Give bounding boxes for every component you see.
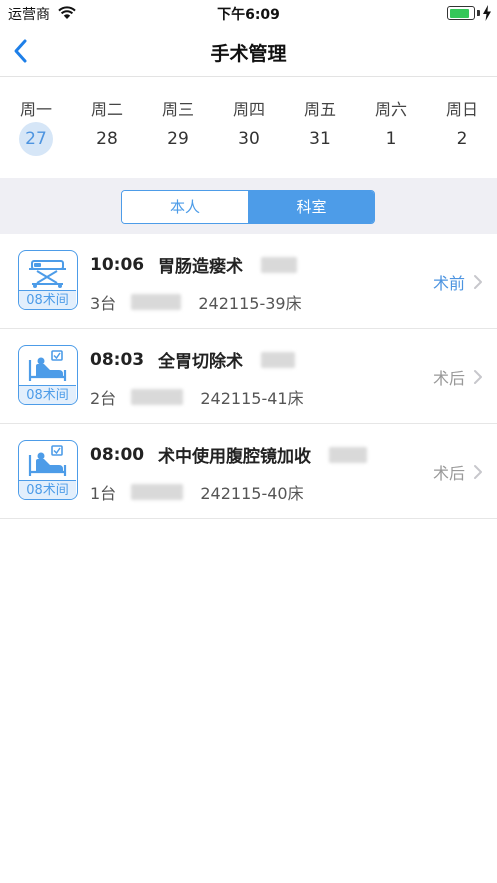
redacted-name (260, 351, 295, 368)
surgery-status: 术后 (432, 369, 465, 388)
day-cell-29[interactable]: 周三 29 (153, 94, 203, 164)
surgery-time: 10:06 (90, 254, 145, 275)
battery-icon (447, 6, 475, 20)
day-number: 29 (167, 129, 189, 149)
redacted-name (260, 256, 297, 273)
weekday-label: 周四 (232, 100, 265, 119)
day-cell-28[interactable]: 周二 28 (82, 94, 132, 164)
day-number: 30 (238, 129, 260, 149)
surgery-title: 08:00 术中使用腹腔镜加收 (90, 442, 367, 467)
weekday-label: 周日 (445, 100, 478, 119)
day-number: 31 (309, 129, 331, 149)
bed-number: 242115-39床 (198, 294, 302, 313)
redacted-patient-name (131, 389, 184, 405)
surgery-title: 08:03 全胃切除术 (90, 347, 295, 372)
surgery-time: 08:03 (90, 349, 145, 370)
bed-number: 242115-40床 (200, 484, 304, 503)
day-number: 27 (19, 122, 53, 156)
day-cell-1[interactable]: 周六 1 (366, 94, 416, 164)
patient-bed-icon (28, 445, 67, 476)
operating-room-label: 08术间 (19, 290, 76, 309)
status-time: 下午6:09 (217, 7, 280, 23)
procedure-name: 胃肠造瘘术 (158, 257, 244, 277)
week-calendar: 周一 27 周二 28 周三 29 周四 30 周五 31 周六 1 周日 2 (0, 78, 497, 178)
segment-department-button[interactable]: 科室 (248, 191, 374, 223)
surgery-details: 1台 242115-40床 (90, 480, 304, 503)
weekday-label: 周三 (161, 100, 194, 119)
redacted-patient-name (131, 294, 182, 310)
surgery-row[interactable]: 08术间 08:00 术中使用腹腔镜加收 1台 242115-40床 术后 (0, 424, 497, 519)
day-number: 2 (456, 129, 468, 149)
charging-icon (483, 5, 491, 21)
weekday-label: 周一 (19, 100, 52, 119)
operating-room-label: 08术间 (19, 385, 76, 404)
redacted-patient-name (131, 484, 184, 500)
surgery-row[interactable]: 08术间 08:03 全胃切除术 2台 242115-41床 术后 (0, 329, 497, 424)
procedure-name: 全胃切除术 (158, 352, 244, 372)
segment-area: 本人 科室 (0, 178, 497, 234)
weekday-label: 周二 (90, 100, 123, 119)
weekday-label: 周五 (303, 100, 336, 119)
surgical-bed-icon (29, 260, 66, 288)
scope-segmented-control: 本人 科室 (121, 190, 375, 224)
page-title: 手术管理 (210, 43, 287, 65)
bed-number: 242115-41床 (200, 389, 304, 408)
weekday-label: 周六 (374, 100, 407, 119)
surgery-details: 2台 242115-41床 (90, 385, 304, 408)
chevron-right-icon (474, 275, 482, 289)
surgery-row[interactable]: 08术间 10:06 胃肠造瘘术 3台 242115-39床 术前 (0, 234, 497, 329)
surgery-status: 术前 (432, 274, 465, 293)
day-number: 28 (96, 129, 118, 149)
status-bar: 运营商 下午6:09 (0, 0, 497, 26)
battery-nub (477, 10, 480, 16)
surgery-title: 10:06 胃肠造瘘术 (90, 252, 297, 277)
patient-bed-icon (28, 350, 67, 381)
procedure-name: 术中使用腹腔镜加收 (158, 447, 312, 467)
day-cell-30[interactable]: 周四 30 (224, 94, 274, 164)
surgery-details: 3台 242115-39床 (90, 290, 302, 313)
surgery-list: 08术间 10:06 胃肠造瘘术 3台 242115-39床 术前 08术间 0… (0, 234, 497, 519)
day-cell-31[interactable]: 周五 31 (295, 94, 345, 164)
operating-room-label: 08术间 (19, 480, 76, 499)
table-order: 1台 (90, 484, 117, 503)
day-number: 1 (385, 129, 397, 149)
day-cell-2[interactable]: 周日 2 (437, 94, 487, 164)
table-order: 3台 (90, 294, 117, 313)
navigation-bar: 手术管理 (0, 26, 497, 77)
chevron-right-icon (474, 465, 482, 479)
segment-self-button[interactable]: 本人 (122, 191, 248, 223)
table-order: 2台 (90, 389, 117, 408)
redacted-name (328, 446, 367, 463)
day-cell-27[interactable]: 周一 27 (11, 94, 61, 164)
surgery-time: 08:00 (90, 444, 145, 465)
surgery-status: 术后 (432, 464, 465, 483)
chevron-right-icon (474, 370, 482, 384)
